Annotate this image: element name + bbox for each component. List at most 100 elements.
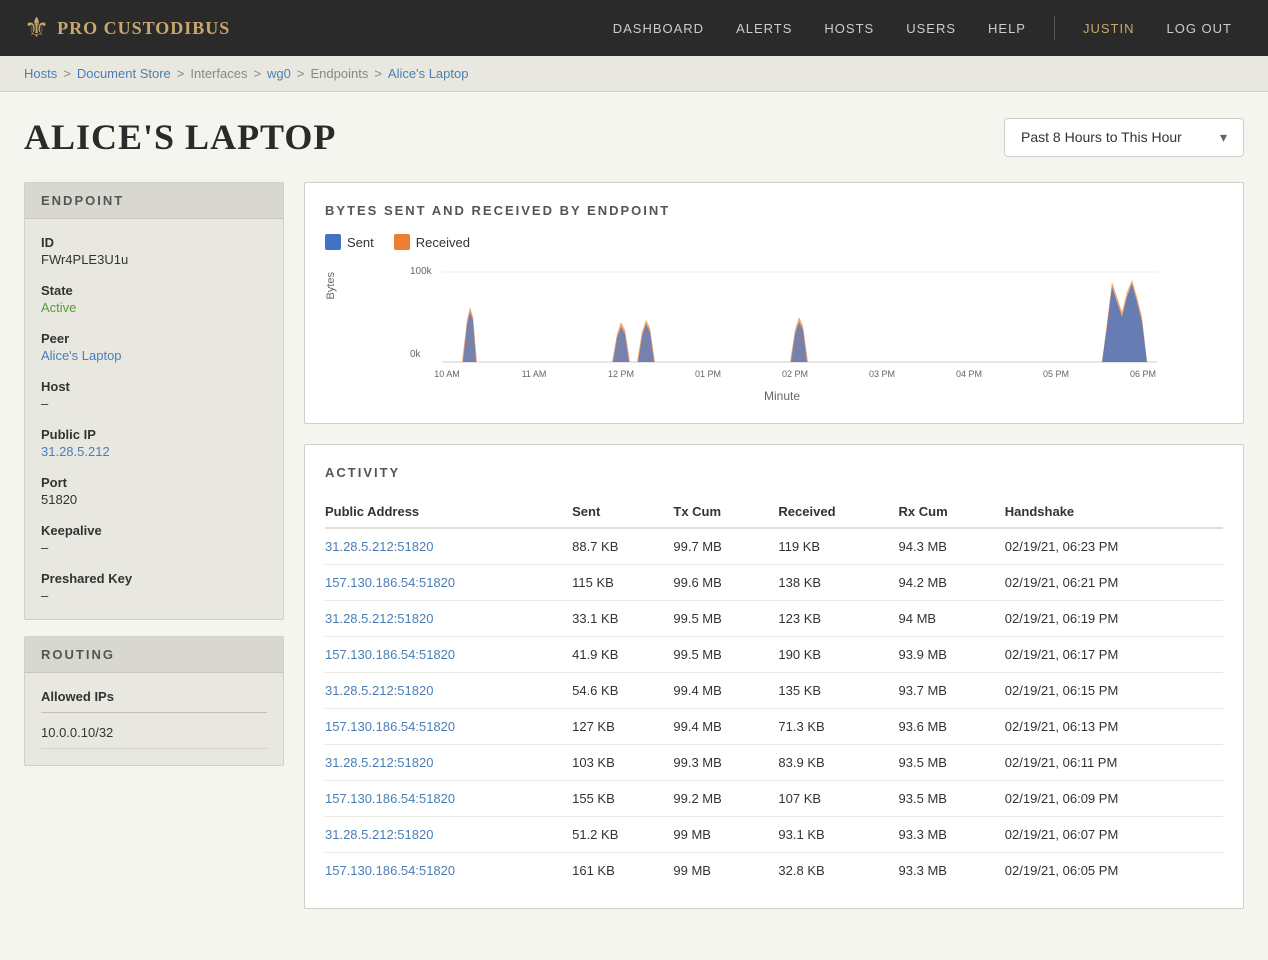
- table-row: 31.28.5.212:51820 51.2 KB 99 MB 93.1 KB …: [325, 817, 1223, 853]
- breadcrumb-current: Alice's Laptop: [388, 66, 469, 81]
- field-host-label: Host: [41, 379, 267, 394]
- table-row: 157.130.186.54:51820 115 KB 99.6 MB 138 …: [325, 565, 1223, 601]
- nav-help[interactable]: HELP: [976, 13, 1038, 44]
- cell-sent: 41.9 KB: [572, 637, 673, 673]
- col-received: Received: [778, 496, 898, 528]
- field-host: Host –: [41, 379, 267, 411]
- address-link[interactable]: 157.130.186.54:51820: [325, 719, 455, 734]
- cell-received: 83.9 KB: [778, 745, 898, 781]
- sent-color-swatch: [325, 234, 341, 250]
- top-nav: ⚜ PRO CUSTODIBUS DASHBOARD ALERTS HOSTS …: [0, 0, 1268, 56]
- cell-received: 119 KB: [778, 528, 898, 565]
- cell-rx-cum: 94 MB: [899, 601, 1005, 637]
- time-selector[interactable]: Past 8 Hours to This Hour ▾: [1004, 118, 1244, 157]
- legend-sent: Sent: [325, 234, 374, 250]
- cell-received: 135 KB: [778, 673, 898, 709]
- cell-handshake: 02/19/21, 06:11 PM: [1005, 745, 1223, 781]
- address-link[interactable]: 31.28.5.212:51820: [325, 611, 433, 626]
- address-link[interactable]: 31.28.5.212:51820: [325, 683, 433, 698]
- cell-tx-cum: 99 MB: [673, 817, 778, 853]
- time-selector-label: Past 8 Hours to This Hour: [1021, 129, 1182, 145]
- field-id-value: FWr4PLE3U1u: [41, 252, 267, 267]
- breadcrumb-sep-5: >: [374, 66, 382, 81]
- table-row: 157.130.186.54:51820 161 KB 99 MB 32.8 K…: [325, 853, 1223, 889]
- breadcrumb-hosts[interactable]: Hosts: [24, 66, 57, 81]
- cell-tx-cum: 99.3 MB: [673, 745, 778, 781]
- cell-tx-cum: 99 MB: [673, 853, 778, 889]
- endpoint-card-body: ID FWr4PLE3U1u State Active Peer Alice's…: [25, 219, 283, 619]
- table-row: 157.130.186.54:51820 41.9 KB 99.5 MB 190…: [325, 637, 1223, 673]
- address-link[interactable]: 157.130.186.54:51820: [325, 863, 455, 878]
- address-link[interactable]: 31.28.5.212:51820: [325, 755, 433, 770]
- cell-received: 138 KB: [778, 565, 898, 601]
- field-keepalive: Keepalive –: [41, 523, 267, 555]
- cell-received: 93.1 KB: [778, 817, 898, 853]
- table-row: 157.130.186.54:51820 155 KB 99.2 MB 107 …: [325, 781, 1223, 817]
- cell-tx-cum: 99.5 MB: [673, 637, 778, 673]
- field-id-label: ID: [41, 235, 267, 250]
- activity-title: ACTIVITY: [325, 465, 1223, 480]
- cell-sent: 161 KB: [572, 853, 673, 889]
- field-port-label: Port: [41, 475, 267, 490]
- cell-sent: 88.7 KB: [572, 528, 673, 565]
- breadcrumb-wg0[interactable]: wg0: [267, 66, 291, 81]
- field-peer-label: Peer: [41, 331, 267, 346]
- table-row: 31.28.5.212:51820 88.7 KB 99.7 MB 119 KB…: [325, 528, 1223, 565]
- address-link[interactable]: 31.28.5.212:51820: [325, 827, 433, 842]
- allowed-ip-item: 10.0.0.10/32: [41, 717, 267, 749]
- endpoint-card: ENDPOINT ID FWr4PLE3U1u State Active Pee…: [24, 182, 284, 620]
- address-link[interactable]: 157.130.186.54:51820: [325, 575, 455, 590]
- field-public-ip-label: Public IP: [41, 427, 267, 442]
- nav-user[interactable]: JUSTIN: [1071, 13, 1147, 44]
- cell-handshake: 02/19/21, 06:21 PM: [1005, 565, 1223, 601]
- cell-rx-cum: 93.9 MB: [899, 637, 1005, 673]
- cell-handshake: 02/19/21, 06:19 PM: [1005, 601, 1223, 637]
- field-peer-value[interactable]: Alice's Laptop: [41, 348, 267, 363]
- field-public-ip: Public IP 31.28.5.212: [41, 427, 267, 459]
- nav-hosts[interactable]: HOSTS: [812, 13, 886, 44]
- cell-tx-cum: 99.7 MB: [673, 528, 778, 565]
- allowed-ips-header: Allowed IPs: [41, 689, 267, 713]
- chart-svg: 100k 0k 10 AM 11 AM 12 PM 01 PM 02 PM: [341, 262, 1223, 382]
- endpoint-card-header: ENDPOINT: [25, 183, 283, 219]
- table-row: 31.28.5.212:51820 54.6 KB 99.4 MB 135 KB…: [325, 673, 1223, 709]
- breadcrumb-sep-3: >: [253, 66, 261, 81]
- cell-tx-cum: 99.4 MB: [673, 709, 778, 745]
- logo[interactable]: ⚜ PRO CUSTODIBUS: [24, 11, 230, 45]
- nav-links: DASHBOARD ALERTS HOSTS USERS HELP JUSTIN…: [601, 13, 1244, 44]
- address-link[interactable]: 157.130.186.54:51820: [325, 647, 455, 662]
- col-tx-cum: Tx Cum: [673, 496, 778, 528]
- svg-text:02 PM: 02 PM: [782, 369, 808, 379]
- field-preshared-key-label: Preshared Key: [41, 571, 267, 586]
- address-link[interactable]: 31.28.5.212:51820: [325, 539, 433, 554]
- cell-received: 107 KB: [778, 781, 898, 817]
- field-port-value: 51820: [41, 492, 267, 507]
- y-axis-label: Bytes: [325, 272, 337, 300]
- main-content: ALICE'S LAPTOP Past 8 Hours to This Hour…: [0, 92, 1268, 949]
- routing-card: ROUTING Allowed IPs 10.0.0.10/32: [24, 636, 284, 766]
- breadcrumb-document-store[interactable]: Document Store: [77, 66, 171, 81]
- cell-handshake: 02/19/21, 06:13 PM: [1005, 709, 1223, 745]
- table-row: 31.28.5.212:51820 33.1 KB 99.5 MB 123 KB…: [325, 601, 1223, 637]
- cell-rx-cum: 94.3 MB: [899, 528, 1005, 565]
- svg-text:12 PM: 12 PM: [608, 369, 634, 379]
- nav-logout[interactable]: LOG OUT: [1154, 13, 1244, 44]
- cell-sent: 33.1 KB: [572, 601, 673, 637]
- svg-text:10 AM: 10 AM: [434, 369, 460, 379]
- routing-card-body: Allowed IPs 10.0.0.10/32: [25, 673, 283, 765]
- cell-rx-cum: 93.3 MB: [899, 853, 1005, 889]
- svg-text:05 PM: 05 PM: [1043, 369, 1069, 379]
- nav-users[interactable]: USERS: [894, 13, 968, 44]
- chart-title: BYTES SENT AND RECEIVED BY ENDPOINT: [325, 203, 1223, 218]
- nav-alerts[interactable]: ALERTS: [724, 13, 804, 44]
- received-color-swatch: [394, 234, 410, 250]
- address-link[interactable]: 157.130.186.54:51820: [325, 791, 455, 806]
- cell-handshake: 02/19/21, 06:09 PM: [1005, 781, 1223, 817]
- field-state: State Active: [41, 283, 267, 315]
- cell-sent: 54.6 KB: [572, 673, 673, 709]
- field-public-ip-value[interactable]: 31.28.5.212: [41, 444, 267, 459]
- nav-dashboard[interactable]: DASHBOARD: [601, 13, 716, 44]
- cell-handshake: 02/19/21, 06:23 PM: [1005, 528, 1223, 565]
- cell-tx-cum: 99.2 MB: [673, 781, 778, 817]
- svg-text:100k: 100k: [410, 266, 433, 277]
